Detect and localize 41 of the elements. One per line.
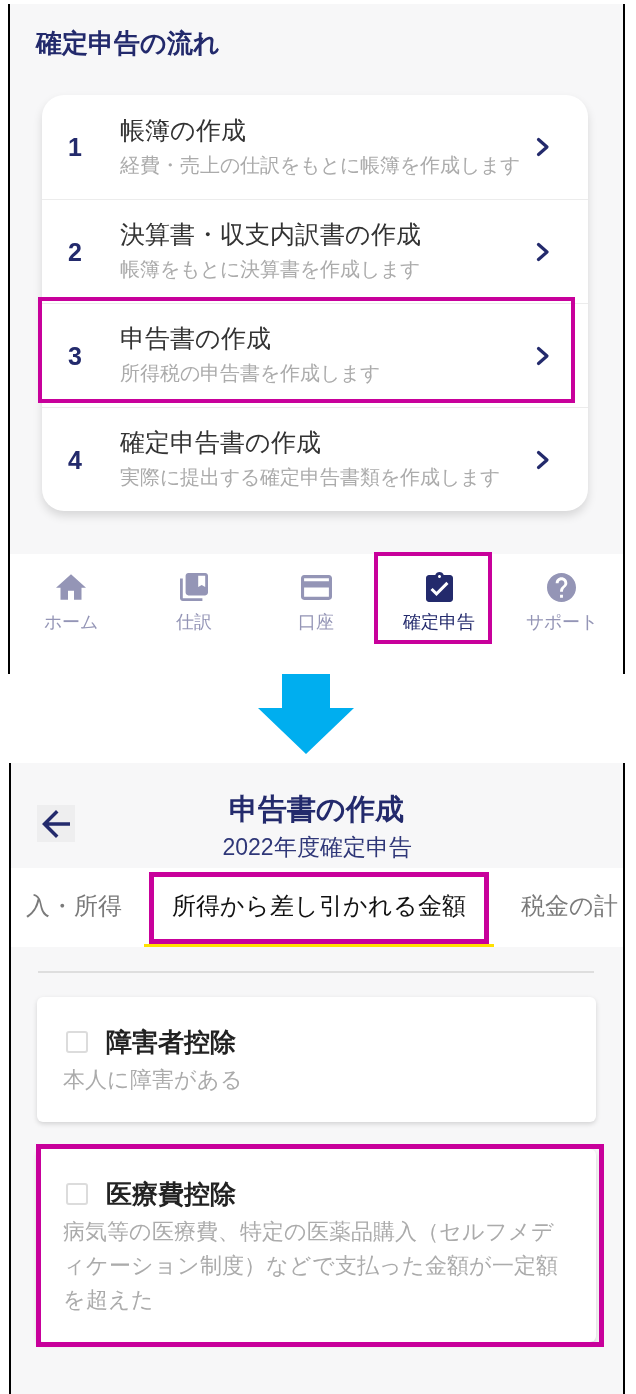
credit-card-icon: [301, 574, 332, 600]
chevron-right-icon: [536, 449, 550, 470]
step-title: 帳簿の作成: [120, 114, 246, 145]
step-row[interactable]: 4 確定申告書の作成 実際に提出する確定申告書類を作成します: [42, 407, 588, 511]
step-title: 決算書・収支内訳書の作成: [120, 219, 421, 249]
step-title: 確定申告書の作成: [120, 427, 321, 457]
deduction-description: 病気等の医療費、特定の医薬品購入（セルフメディケーション制度）などで支払った金額が一定額を超えた: [63, 1218, 559, 1314]
step-row[interactable]: 2 決算書・収支内訳書の作成 帳簿をもとに決算書を作成します: [42, 199, 588, 303]
step-number: 2: [68, 236, 83, 267]
checkbox[interactable]: [66, 1183, 88, 1205]
step-description: 実際に提出する確定申告書類を作成します: [120, 465, 500, 490]
clipboard-check-icon: [425, 572, 453, 602]
step-description: 帳簿をもとに決算書を作成します: [120, 257, 420, 282]
checkbox[interactable]: [66, 1031, 88, 1053]
page-title: 申告書の作成: [229, 792, 405, 827]
section-title: 確定申告の流れ: [36, 27, 220, 60]
step-number: 4: [68, 444, 83, 475]
tab[interactable]: 所得から差し引かれる金額: [144, 868, 494, 947]
step-row[interactable]: 1 帳簿の作成 経費・売上の仕訳をもとに帳簿を作成します: [42, 95, 588, 199]
step-row[interactable]: 3 申告書の作成 所得税の申告書を作成します: [42, 303, 588, 407]
step-title: 申告書の作成: [120, 323, 271, 353]
step-description: 所得税の申告書を作成します: [120, 361, 380, 386]
nav-tab[interactable]: 確定申告: [377, 554, 501, 674]
chevron-right-icon: [536, 137, 550, 157]
deduction-title: 医療費控除: [106, 1178, 236, 1211]
arrow-left-icon: [42, 809, 70, 838]
chevron-right-icon: [536, 241, 550, 262]
help-icon: [547, 572, 577, 602]
chevron-right-icon: [536, 345, 550, 366]
tab[interactable]: 税金の計: [494, 868, 618, 947]
step-number: 1: [68, 132, 83, 162]
deduction-card[interactable]: 障害者控除 本人に障害がある: [37, 997, 596, 1122]
step-number: 3: [68, 340, 83, 371]
back-button[interactable]: [37, 805, 75, 842]
tab[interactable]: 入・所得: [11, 868, 144, 947]
deduction-title: 障害者控除: [106, 1026, 236, 1059]
step-description: 経費・売上の仕訳をもとに帳簿を作成します: [120, 152, 520, 178]
home-icon: [56, 574, 87, 600]
page-subtitle: 2022年度確定申告: [222, 833, 412, 862]
deduction-description: 本人に障害がある: [63, 1066, 243, 1094]
bookmark-stack-icon: [179, 573, 208, 601]
